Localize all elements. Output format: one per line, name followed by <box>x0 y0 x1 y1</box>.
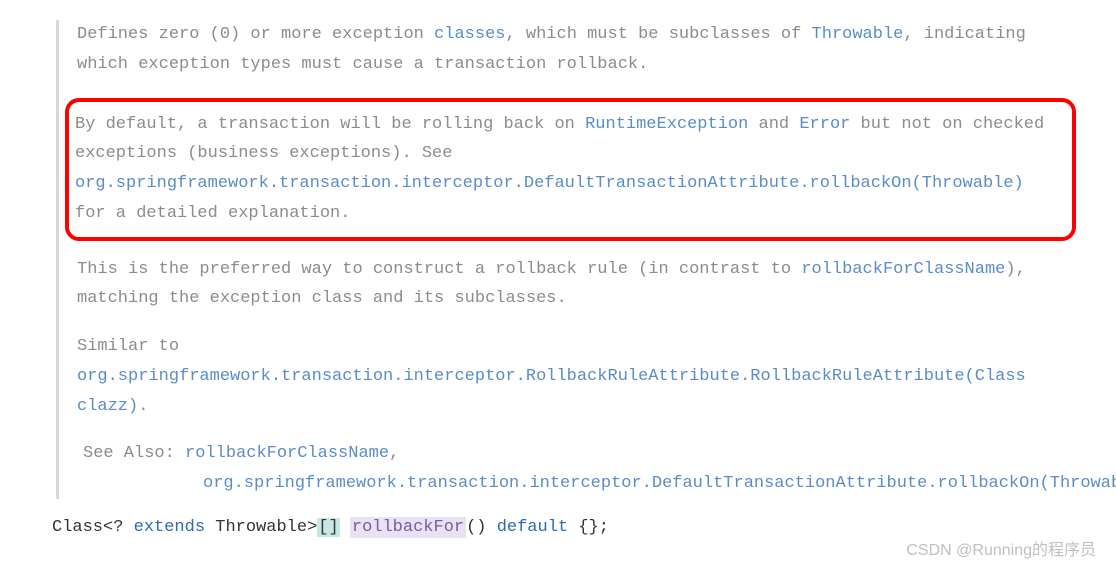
see-also-link-rollbackforclassname[interactable]: rollbackForClassName <box>185 444 389 463</box>
javadoc-container: Defines zero (0) or more exception class… <box>56 20 1116 499</box>
paragraph-3: This is the preferred way to construct a… <box>77 255 1076 315</box>
code-text: Throwable> <box>205 518 317 537</box>
keyword-extends: extends <box>134 518 205 537</box>
code-text: Class<? <box>52 518 134 537</box>
paragraph-1: Defines zero (0) or more exception class… <box>77 20 1076 80</box>
link-throwable[interactable]: Throwable <box>812 25 904 44</box>
text: , which must be subclasses of <box>505 25 811 44</box>
text: for a detailed explanation. <box>75 204 350 223</box>
code-text <box>340 518 350 537</box>
text: . <box>138 397 148 416</box>
keyword-default: default <box>497 518 568 537</box>
link-defaulttransactionattribute[interactable]: org.springframework.transaction.intercep… <box>75 174 1024 193</box>
code-text: {}; <box>568 518 609 537</box>
paragraph-4: Similar to org.springframework.transacti… <box>77 332 1076 421</box>
see-also-label: See Also: <box>83 444 185 463</box>
watermark: CSDN @Running的程序员 <box>906 537 1096 565</box>
text: Similar to <box>77 337 179 356</box>
text: and <box>748 115 799 134</box>
highlight-box: By default, a transaction will be rollin… <box>65 98 1076 241</box>
see-also-block: See Also: rollbackForClassName, org.spri… <box>77 439 1076 499</box>
link-rollbackruleattribute[interactable]: org.springframework.transaction.intercep… <box>77 367 1026 416</box>
text: This is the preferred way to construct a… <box>77 260 801 279</box>
text: By default, a transaction will be rollin… <box>75 115 585 134</box>
method-name-highlight: rollbackFor <box>350 517 466 538</box>
see-also-link-defaulttransactionattribute[interactable]: org.springframework.transaction.intercep… <box>83 469 1076 499</box>
code-text: () <box>466 518 497 537</box>
link-classes[interactable]: classes <box>434 25 505 44</box>
link-rollbackforclassname[interactable]: rollbackForClassName <box>801 260 1005 279</box>
link-runtimeexception[interactable]: RuntimeException <box>585 115 748 134</box>
separator: , <box>389 444 399 463</box>
paragraph-2: By default, a transaction will be rollin… <box>75 110 1062 229</box>
text: Defines zero (0) or more exception <box>77 25 434 44</box>
array-brackets-highlight: [] <box>317 518 339 537</box>
link-error[interactable]: Error <box>799 115 850 134</box>
